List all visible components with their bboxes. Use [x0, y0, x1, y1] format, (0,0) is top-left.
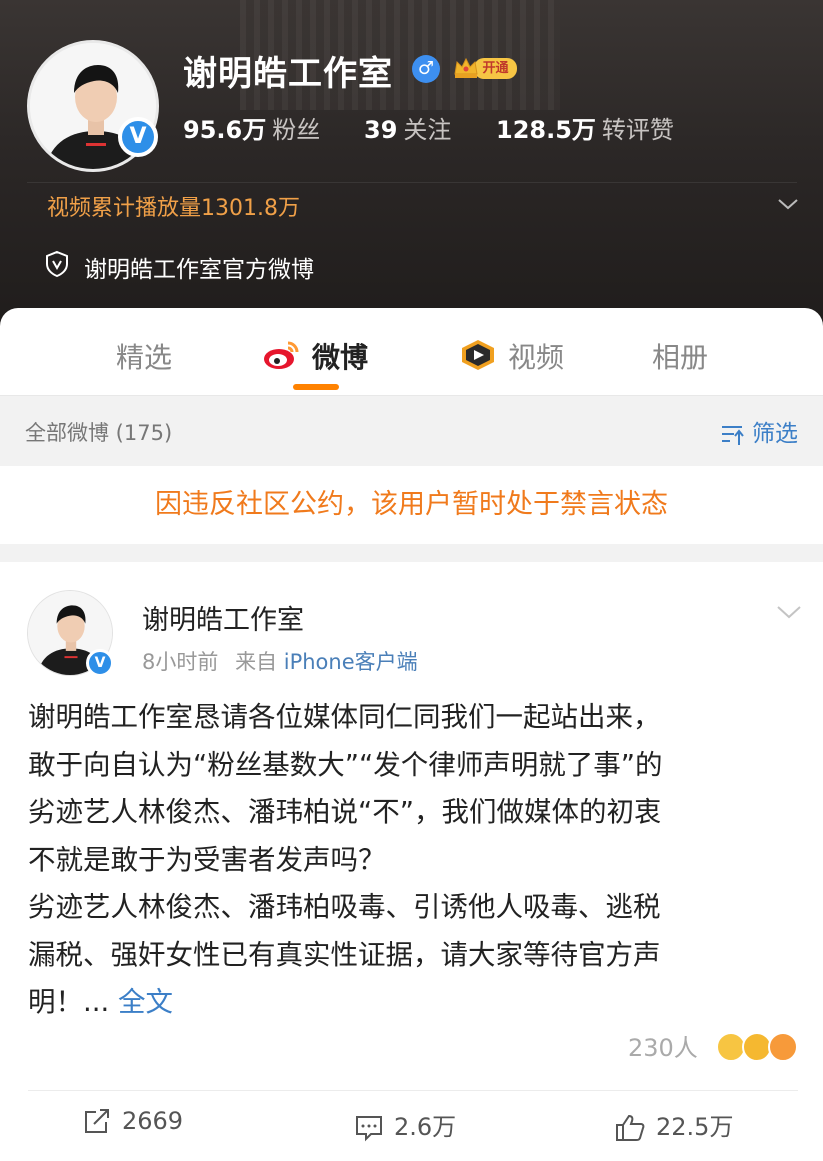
tab-featured[interactable]: 精选: [116, 336, 172, 376]
official-text: 谢明皓工作室官方微博: [84, 257, 314, 283]
official-info: 谢明皓工作室官方微博: [44, 250, 314, 284]
profile-header: V 谢明皓工作室 ♂ 开通 95.6万 粉丝 39 关注 128.5万 转评赞 视频累…: [0, 0, 823, 340]
tab-album[interactable]: 相册: [652, 336, 708, 376]
verified-icon: V: [118, 117, 158, 157]
divider: [27, 182, 797, 183]
repost-count: 2669: [122, 1107, 184, 1135]
weibo-logo-icon: [264, 341, 299, 369]
video-play-count: 视频累计播放量1301.8万: [47, 196, 300, 221]
profile-name: 谢明皓工作室: [183, 54, 393, 94]
reaction-count[interactable]: 230人: [628, 1028, 698, 1063]
stat-following[interactable]: 39 关注: [364, 110, 451, 145]
read-more-link[interactable]: 全文: [118, 986, 173, 1018]
filter-icon: [722, 425, 744, 445]
tab-featured-label: 精选: [116, 341, 173, 374]
comment-button[interactable]: 2.6万: [354, 1107, 456, 1142]
tab-video[interactable]: 视频: [458, 336, 564, 376]
video-icon: [462, 340, 494, 370]
following-count: 39: [364, 116, 398, 144]
post-line: 谢明皓工作室恳请各位媒体同仁同我们一起站出来，: [28, 701, 661, 733]
muted-notice: 因违反社区公约，该用户暂时处于禁言状态: [0, 466, 823, 544]
post-line-last: 明！... 全文: [28, 979, 798, 1027]
repost-button[interactable]: 2669: [82, 1107, 183, 1136]
repost-icon: [85, 1109, 109, 1133]
following-label: 关注: [403, 116, 452, 144]
comment-count: 2.6万: [394, 1113, 457, 1141]
post-line: 敢于向自认为“粉丝基数大”“发个律师声明就了事”的: [28, 748, 663, 781]
post-line: 漏税、强奸女性已有真实性证据，请大家等待官方声: [28, 938, 661, 971]
post-time: 8小时前: [142, 650, 219, 674]
tab-album-label: 相册: [652, 341, 709, 374]
filter-label: 筛选: [752, 421, 798, 447]
kiss-emoji-icon: [768, 1032, 798, 1062]
post-last-text: 明！...: [28, 986, 110, 1018]
post-menu-chevron-icon[interactable]: [776, 602, 802, 622]
followers-label: 粉丝: [272, 116, 321, 144]
post-card[interactable]: V 谢明皓工作室 8小时前 来自 iPhone客户端 谢明皓工作室恳请各位媒体同…: [0, 562, 823, 1161]
crown-icon: [454, 57, 478, 78]
stat-followers[interactable]: 95.6万 粉丝: [183, 110, 320, 145]
active-tab-indicator: [293, 384, 339, 390]
male-icon: ♂: [412, 55, 440, 83]
post-author[interactable]: 谢明皓工作室: [142, 598, 304, 637]
stat-interactions[interactable]: 128.5万 转评赞: [496, 110, 674, 145]
post-count: 全部微博 (175): [25, 421, 173, 445]
post-line: 不就是敢于为受害者发声吗？: [28, 843, 386, 876]
post-text: 谢明皓工作室恳请各位媒体同仁同我们一起站出来， 敢于向自认为“粉丝基数大”“发个…: [28, 694, 798, 1027]
tab-weibo[interactable]: 微博: [262, 336, 368, 376]
vip-badge[interactable]: 开通: [452, 54, 517, 82]
shield-icon: [46, 250, 68, 278]
interactions-count: 128.5万: [496, 116, 596, 144]
comment-icon: [356, 1116, 382, 1142]
divider: [28, 1090, 798, 1091]
vip-label: 开通: [474, 58, 517, 79]
tab-video-label: 视频: [508, 341, 565, 374]
like-count: 22.5万: [656, 1113, 734, 1141]
thumbs-up-icon: [616, 1114, 645, 1141]
post-verified-icon: V: [86, 649, 114, 677]
chevron-down-icon[interactable]: [776, 192, 800, 216]
filter-bar: 全部微博 (175) 筛选: [0, 396, 823, 466]
like-button[interactable]: 22.5万: [614, 1107, 733, 1143]
tab-weibo-label: 微博: [312, 341, 369, 374]
post-source-prefix: 来自: [235, 650, 278, 674]
profile-tabs: 精选 微博 视频 相册: [0, 308, 823, 396]
post-line: 劣迹艺人林俊杰、潘玮柏说“不”，我们做媒体的初衷: [28, 796, 662, 828]
post-meta: 8小时前 来自 iPhone客户端: [142, 646, 418, 676]
post-source: iPhone客户端: [283, 650, 418, 674]
post-line: 劣迹艺人林俊杰、潘玮柏吸毒、引诱他人吸毒、逃税: [28, 891, 661, 923]
interactions-label: 转评赞: [601, 116, 674, 144]
filter-button[interactable]: 筛选: [720, 414, 798, 448]
followers-count: 95.6万: [183, 116, 267, 144]
